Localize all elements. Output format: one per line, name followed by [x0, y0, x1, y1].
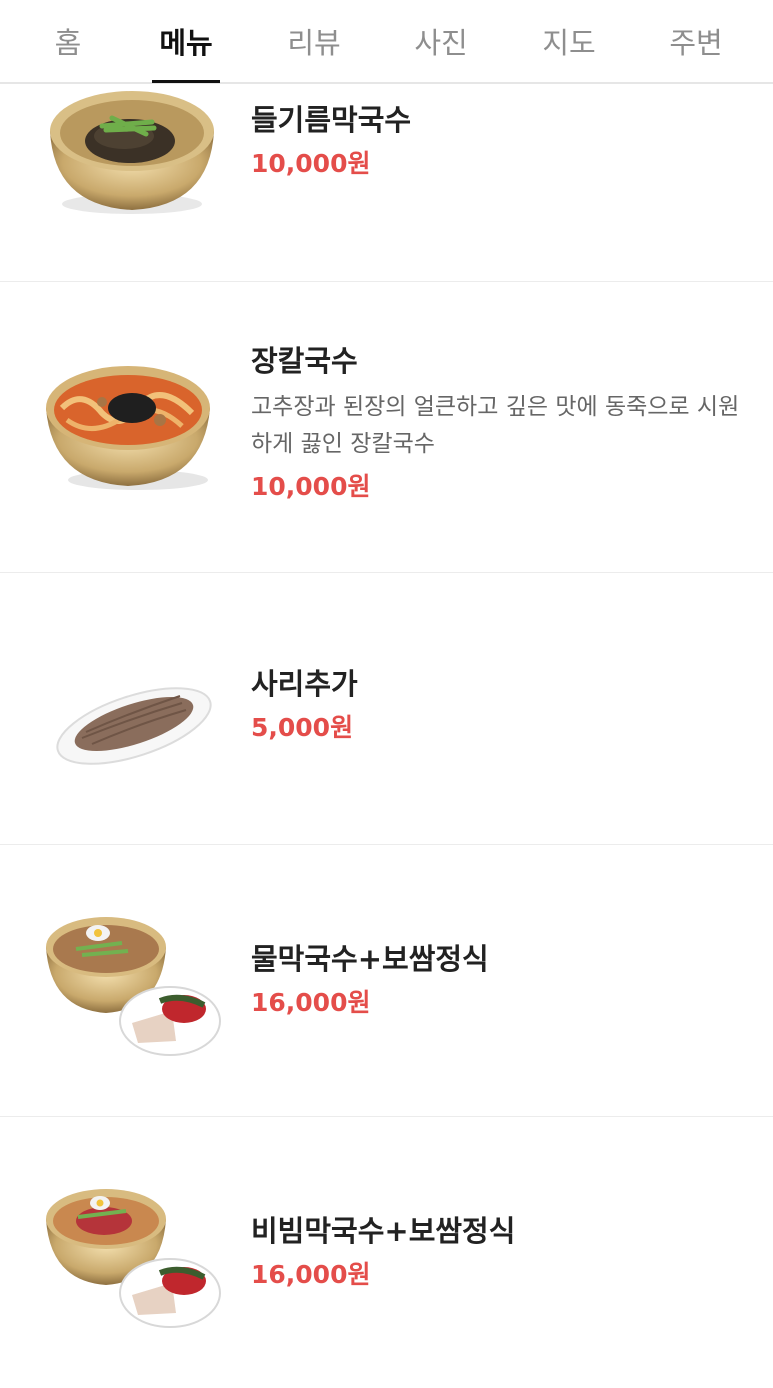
menu-item-name: 장칼국수 [251, 344, 358, 378]
menu-item-price: 5,000원 [251, 713, 354, 742]
menu-item[interactable]: 물막국수+보쌈정식 16,000원 [0, 845, 773, 1117]
jang-kalguksu-bowl-image [42, 358, 222, 498]
tab-reviews[interactable]: 리뷰 [264, 0, 364, 82]
menu-item-description: 고추장과 된장의 얼큰하고 깊은 맛에 동죽으로 시원하게 끓인 장칼국수 [251, 394, 740, 457]
perilla-oil-noodle-bowl-image [42, 86, 222, 226]
menu-item[interactable]: 사리추가 5,000원 [0, 573, 773, 845]
tab-label: 지도 [542, 26, 596, 60]
menu-item[interactable]: 비빔막국수+보쌈정식 16,000원 [0, 1117, 773, 1388]
menu-item-price: 16,000원 [251, 988, 371, 1017]
tab-photos[interactable]: 사진 [391, 0, 491, 82]
tab-label: 주변 [669, 26, 723, 60]
tab-indicator [152, 80, 220, 83]
tab-label: 리뷰 [287, 26, 341, 60]
menu-item-price: 10,000원 [251, 149, 371, 178]
tab-label: 메뉴 [159, 26, 213, 60]
menu-item[interactable]: 장칼국수 고추장과 된장의 얼큰하고 깊은 맛에 동죽으로 시원하게 끓인 장칼… [0, 282, 773, 573]
tab-home[interactable]: 홈 [18, 0, 118, 82]
menu-item-name: 들기름막국수 [251, 103, 412, 137]
tab-label: 사진 [414, 26, 468, 60]
cold-noodle-bossam-set-image [42, 913, 222, 1063]
menu-item-name: 사리추가 [251, 667, 358, 701]
tab-menu[interactable]: 메뉴 [136, 0, 236, 83]
noodle-plate-image [42, 648, 222, 788]
tab-map[interactable]: 지도 [519, 0, 619, 82]
menu-item-price: 10,000원 [251, 472, 371, 501]
tab-nearby[interactable]: 주변 [646, 0, 746, 82]
tab-bar: 홈 메뉴 리뷰 사진 지도 주변 [0, 0, 773, 84]
menu-item-name: 비빔막국수+보쌈정식 [251, 1214, 516, 1248]
menu-item-name: 물막국수+보쌈정식 [251, 942, 489, 976]
menu-item-price: 16,000원 [251, 1260, 371, 1289]
spicy-noodle-bossam-set-image [42, 1185, 222, 1335]
menu-item[interactable]: 들기름막국수 10,000원 [0, 84, 773, 282]
tab-label: 홈 [54, 26, 82, 60]
